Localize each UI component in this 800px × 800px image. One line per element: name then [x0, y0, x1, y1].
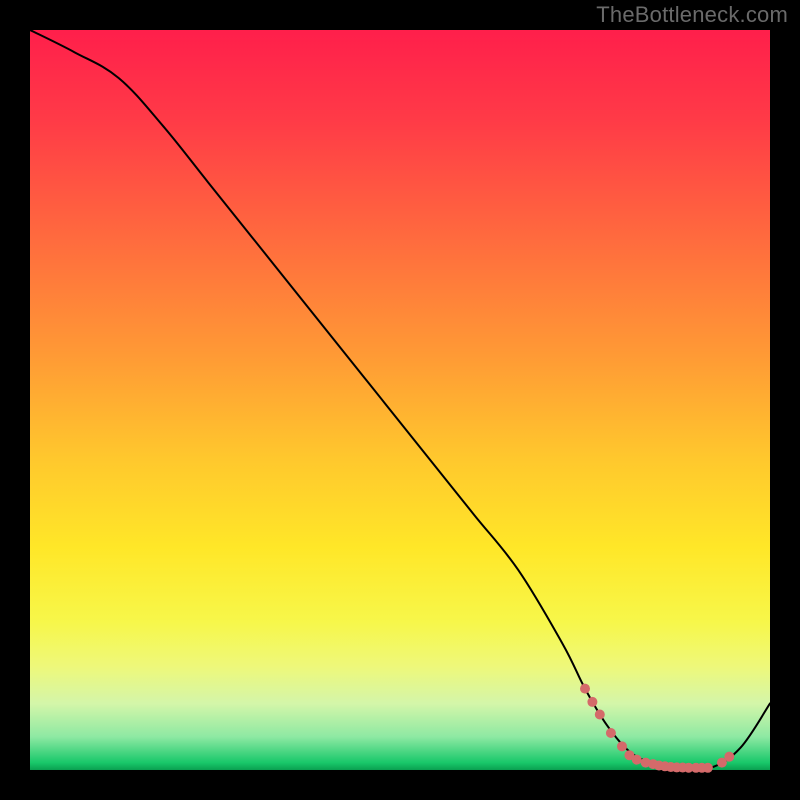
- chart-stage: TheBottleneck.com: [0, 0, 800, 800]
- marker-dot: [632, 755, 642, 765]
- marker-dot: [580, 684, 590, 694]
- marker-dot: [595, 710, 605, 720]
- marker-dot: [703, 763, 713, 773]
- chart-svg: [0, 0, 800, 800]
- gradient-background: [30, 30, 770, 770]
- marker-dot: [617, 741, 627, 751]
- marker-dot: [606, 728, 616, 738]
- marker-dot: [724, 752, 734, 762]
- watermark-text: TheBottleneck.com: [596, 2, 788, 28]
- marker-dot: [587, 697, 597, 707]
